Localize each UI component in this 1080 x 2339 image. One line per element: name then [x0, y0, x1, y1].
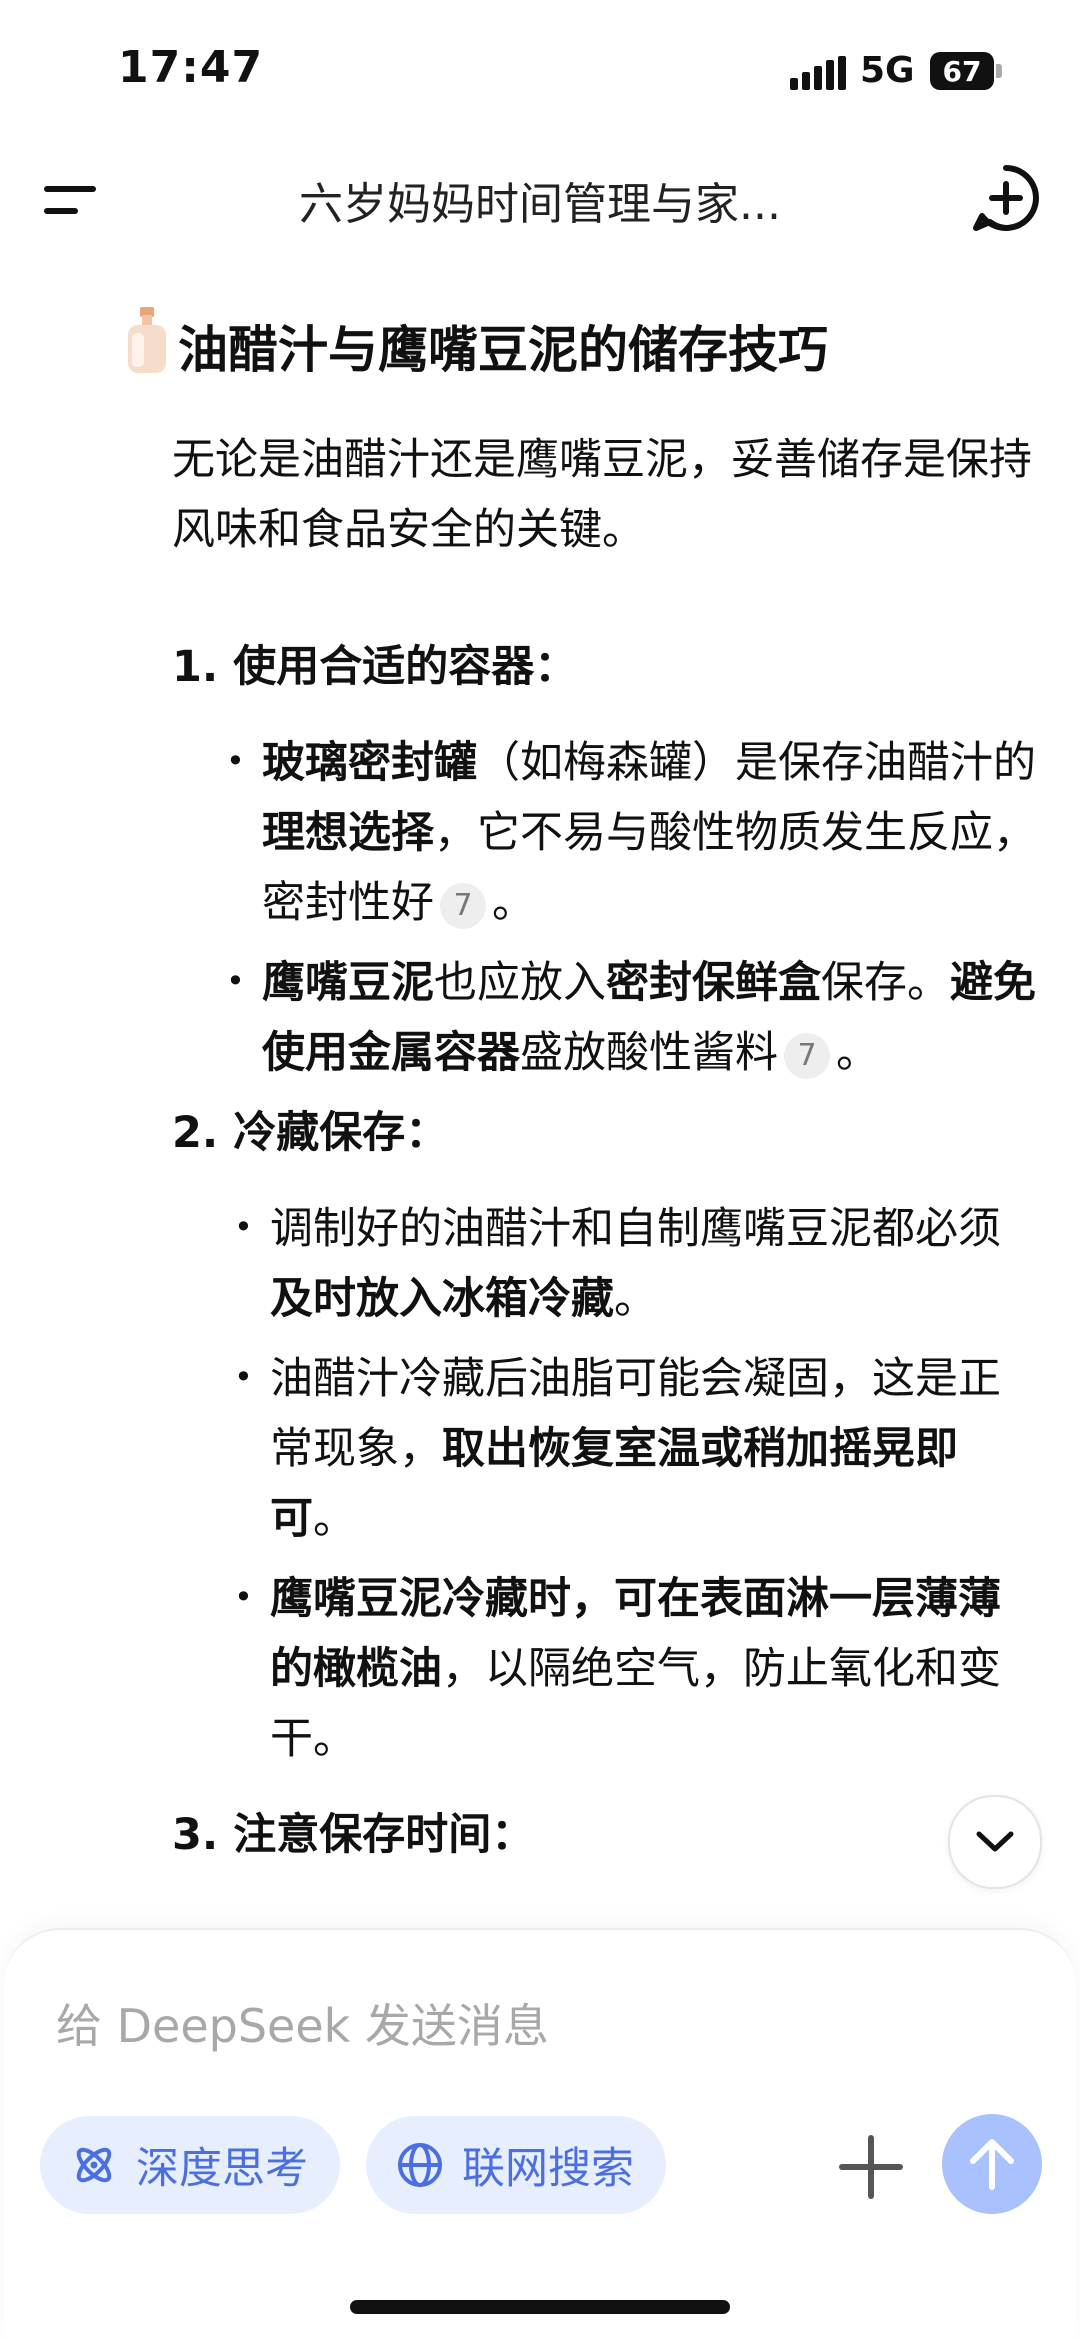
send-button[interactable] — [942, 2114, 1042, 2214]
message-input[interactable]: 给 DeepSeek 发送消息 — [56, 1990, 549, 2056]
list-heading-1: 1. 使用合适的容器： — [172, 642, 578, 692]
citation-badge[interactable]: 7 — [440, 882, 486, 929]
bold-text: 鹰嘴豆泥 — [262, 958, 434, 1008]
list-item: 油醋汁冷藏后油脂可能会凝固，这是正常现象，取出恢复室温或稍加摇晃即可。 — [270, 1344, 1030, 1554]
list-item: 调制好的油醋汁和自制鹰嘴豆泥都必须及时放入冰箱冷藏。 — [270, 1194, 1030, 1334]
chat-title[interactable]: 六岁妈妈时间管理与家... — [150, 168, 930, 232]
bold-text: 理想选择 — [262, 808, 434, 858]
body-text: 。 — [614, 1274, 657, 1324]
section-heading: 油醋汁与鹰嘴豆泥的储存技巧 — [178, 321, 828, 379]
globe-icon — [398, 2143, 442, 2187]
message-composer: 给 DeepSeek 发送消息 深度思考 联网搜索 — [4, 1928, 1076, 2339]
home-indicator — [350, 2300, 730, 2314]
lotion-bottle-icon — [128, 307, 166, 373]
new-chat-icon[interactable] — [970, 162, 1042, 234]
deep-think-label: 深度思考 — [136, 2144, 308, 2194]
intro-paragraph: 无论是油醋汁还是鹰嘴豆泥，妥善储存是保持风味和食品安全的关键。 — [172, 435, 1032, 555]
battery-level: 67 — [930, 52, 994, 90]
list-heading-3: 3. 注意保存时间： — [172, 1810, 535, 1860]
body-text: 。 — [836, 1028, 879, 1078]
atom-icon — [76, 2147, 112, 2183]
bold-text: 密封保鲜盒 — [606, 958, 821, 1008]
bold-text: 玻璃密封罐 — [262, 738, 477, 788]
chat-header: 六岁妈妈时间管理与家... — [0, 150, 1080, 250]
scroll-down-button[interactable] — [948, 1795, 1042, 1889]
web-search-label: 联网搜索 — [462, 2144, 634, 2194]
cellular-signal-icon — [790, 56, 846, 90]
network-type: 5G — [860, 50, 915, 91]
body-text: 保存。 — [821, 958, 950, 1008]
citation-badge[interactable]: 7 — [784, 1032, 830, 1079]
body-text: 调制好的油醋汁和自制鹰嘴豆泥都必须 — [270, 1204, 1001, 1254]
list-item: 鹰嘴豆泥也应放入密封保鲜盒保存。避免使用金属容器盛放酸性酱料 7。 — [262, 948, 1042, 1088]
body-text: 。 — [313, 1494, 356, 1544]
attach-plus-icon[interactable] — [838, 2134, 904, 2200]
body-text: 。 — [492, 878, 535, 928]
battery-icon: 67 — [930, 52, 1004, 90]
list-heading-2: 2. 冷藏保存： — [172, 1108, 449, 1158]
web-search-button[interactable]: 联网搜索 — [366, 2116, 666, 2214]
deep-think-button[interactable]: 深度思考 — [40, 2116, 340, 2214]
chevron-down-icon — [976, 1831, 1014, 1852]
body-text: （如梅森罐）是保存油醋汁的 — [477, 738, 1036, 788]
menu-icon[interactable] — [40, 170, 100, 230]
list-item: 玻璃密封罐（如梅森罐）是保存油醋汁的理想选择，它不易与酸性物质发生反应，密封性好… — [262, 728, 1042, 938]
body-text: 也应放入 — [434, 958, 606, 1008]
list-item: 鹰嘴豆泥冷藏时，可在表面淋一层薄薄的橄榄油，以隔绝空气，防止氧化和变干。 — [270, 1564, 1030, 1774]
bold-text: 及时放入冰箱冷藏 — [270, 1274, 614, 1324]
body-text: 盛放酸性酱料 — [520, 1028, 778, 1078]
status-time: 17:47 — [118, 42, 264, 93]
status-bar: 17:47 5G 67 — [0, 0, 1080, 140]
arrow-up-icon — [970, 2139, 1014, 2190]
